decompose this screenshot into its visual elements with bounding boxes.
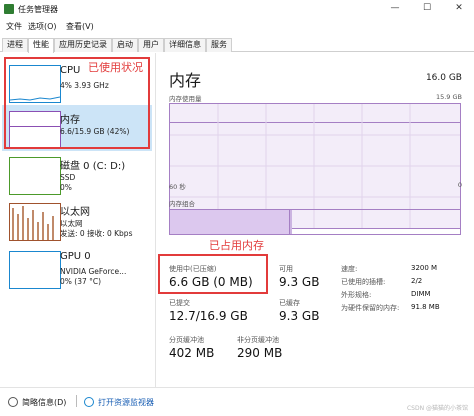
memory-detail-panel: 内存 16.0 GB 内存使用量 15.9 GB 60 秒 0 内存组合 使用中…: [157, 53, 474, 387]
tab-performance[interactable]: 性能: [28, 38, 54, 53]
spec-slots-value: 2/2: [411, 277, 423, 285]
menu-file[interactable]: 文件: [6, 21, 22, 32]
spec-slots-label: 已使用的插槽:: [341, 278, 386, 286]
maximize-button[interactable]: ☐: [418, 2, 436, 14]
resource-detail-ethernet: 以太网 发送: 0 接收: 0 Kbps: [60, 219, 132, 239]
tab-services[interactable]: 服务: [206, 38, 232, 52]
tab-details[interactable]: 详细信息: [164, 38, 206, 52]
memory-usage-label: 内存使用量: [169, 95, 202, 103]
tab-processes[interactable]: 进程: [2, 38, 28, 52]
ethernet-adapter: 以太网: [60, 219, 83, 228]
menu-options[interactable]: 选项(O): [28, 21, 57, 32]
paged-pool-value: 402 MB: [169, 346, 215, 360]
spec-speed-value: 3200 M: [411, 264, 438, 272]
resource-monitor-icon: [84, 397, 94, 407]
resource-item-disk[interactable]: 磁盘 0 (C: D:) SSD 0%: [2, 151, 152, 197]
annotation-text-usage: 已使用状况: [88, 61, 143, 74]
resource-detail-gpu: NVIDIA GeForce... 0% (37 °C): [60, 267, 126, 287]
composition-modified: [290, 210, 292, 234]
watermark-text: CSDN @猫猫的小茶馆: [406, 405, 468, 412]
nonpaged-pool-label: 非分页缓冲池: [237, 336, 279, 344]
chevron-up-icon[interactable]: [8, 397, 18, 407]
resource-name-ethernet: 以太网: [60, 207, 90, 218]
menu-bar: 文件 选项(O) 查看(V): [0, 18, 474, 34]
memory-usage-max: 15.9 GB: [435, 93, 462, 101]
graph-time-left: 60 秒: [169, 183, 186, 191]
close-button[interactable]: ✕: [450, 2, 468, 14]
resource-list: CPU 4% 3.93 GHz 内存 6.6/15.9 GB (42%) 磁盘 …: [0, 53, 156, 387]
gpu-model: NVIDIA GeForce...: [60, 267, 127, 276]
available-label: 可用: [279, 265, 293, 273]
spec-form-factor-label: 外形规格:: [341, 291, 372, 299]
disk-type: SSD: [60, 173, 76, 182]
brief-info-link[interactable]: 简略信息(D): [22, 397, 66, 408]
footer-bar: 简略信息(D) 打开资源监视器 CSDN @猫猫的小茶馆: [0, 387, 474, 416]
minimize-button[interactable]: —: [386, 2, 404, 14]
annotation-text-occupied: 已占用内存: [209, 239, 264, 252]
resource-detail-disk: SSD 0%: [60, 173, 75, 193]
window-title: 任务管理器: [18, 5, 58, 14]
spec-reserved-label: 为硬件保留的内存:: [341, 304, 400, 312]
committed-label: 已提交: [169, 299, 190, 307]
spec-reserved-value: 91.8 MB: [411, 303, 440, 311]
annotation-box-occupied: [158, 254, 268, 294]
composition-in-use: [170, 210, 290, 234]
open-resource-monitor-link[interactable]: 打开资源监视器: [98, 397, 154, 408]
resource-name-disk: 磁盘 0 (C: D:): [60, 161, 126, 172]
title-bar: 任务管理器 — ☐ ✕: [0, 0, 474, 18]
tab-app-history[interactable]: 应用历史记录: [54, 38, 112, 52]
cached-label: 已缓存: [279, 299, 300, 307]
memory-composition-bar: [169, 209, 461, 235]
resource-item-ethernet[interactable]: 以太网 以太网 发送: 0 接收: 0 Kbps: [2, 197, 152, 243]
gpu-usage: 0% (37 °C): [60, 277, 102, 286]
memory-total: 16.0 GB: [425, 73, 462, 83]
ethernet-thumbnail-bars: [12, 206, 54, 240]
spec-form-factor-value: DIMM: [411, 290, 431, 298]
available-value: 9.3 GB: [279, 275, 320, 289]
task-manager-app-icon: [4, 4, 14, 14]
tab-users[interactable]: 用户: [138, 38, 164, 52]
resource-item-gpu[interactable]: GPU 0 NVIDIA GeForce... 0% (37 °C): [2, 245, 152, 291]
menu-view[interactable]: 查看(V): [66, 21, 94, 32]
resource-name-gpu: GPU 0: [60, 251, 91, 262]
page-title: 内存: [169, 71, 202, 90]
cached-value: 9.3 GB: [279, 309, 320, 323]
committed-value: 12.7/16.9 GB: [169, 309, 248, 323]
ethernet-thumbnail-graph: [9, 203, 61, 241]
ethernet-throughput: 发送: 0 接收: 0 Kbps: [60, 229, 133, 238]
paged-pool-label: 分页缓冲池: [169, 336, 204, 344]
memory-composition-label: 内存组合: [169, 200, 195, 208]
footer-separator: [76, 395, 77, 407]
gpu-thumbnail-graph: [9, 251, 61, 289]
tab-startup[interactable]: 启动: [112, 38, 138, 52]
disk-usage: 0%: [60, 183, 72, 192]
spec-speed-label: 速度:: [341, 265, 358, 273]
graph-time-right: 0: [457, 181, 462, 189]
nonpaged-pool-value: 290 MB: [237, 346, 283, 360]
tab-bar: 进程 性能 应用历史记录 启动 用户 详细信息 服务: [0, 36, 474, 53]
disk-thumbnail-graph: [9, 157, 61, 195]
